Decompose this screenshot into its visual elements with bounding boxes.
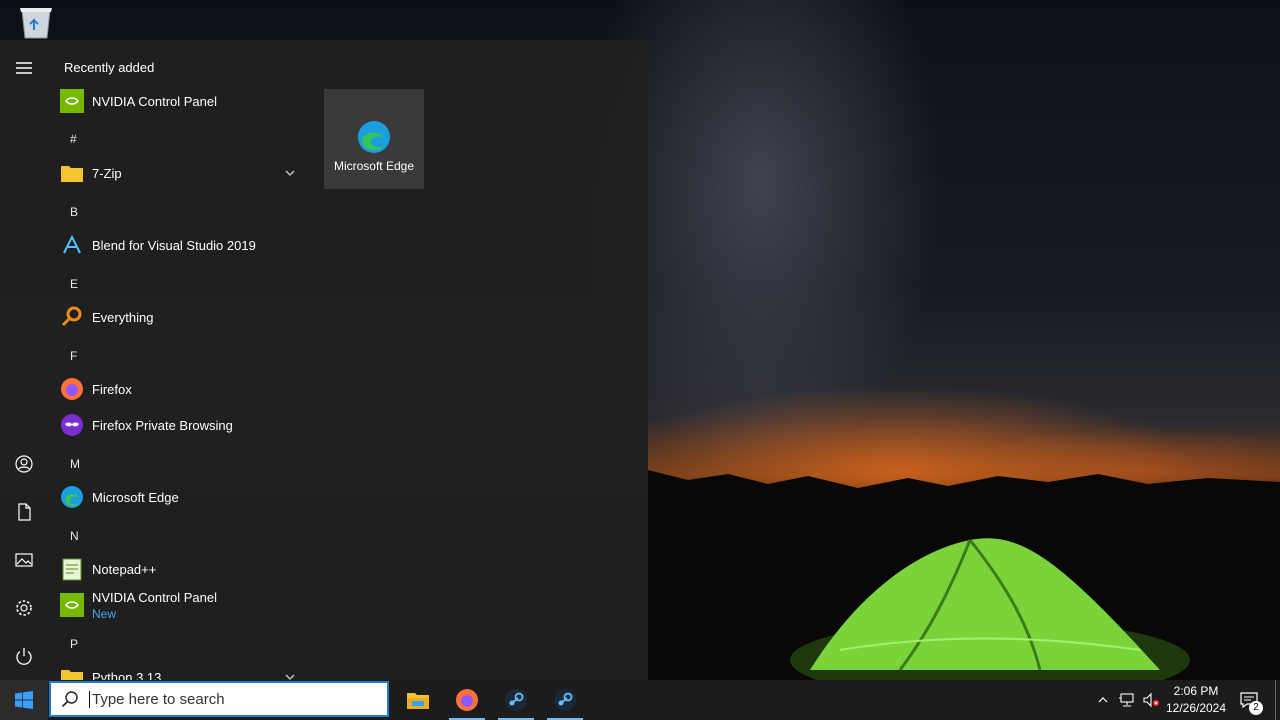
app-label: Notepad++ xyxy=(92,561,157,577)
edge-icon xyxy=(60,485,84,509)
show-hidden-icons-button[interactable] xyxy=(1094,680,1112,720)
folder-icon xyxy=(60,665,84,680)
app-label: Firefox Private Browsing xyxy=(92,417,233,433)
letter-header-f[interactable]: F xyxy=(70,349,77,363)
folder-icon xyxy=(60,161,84,185)
app-name: NVIDIA Control Panel xyxy=(92,589,218,605)
network-icon xyxy=(1119,693,1134,707)
app-item-nvidia-control-panel[interactable]: NVIDIA Control Panel xyxy=(60,83,304,119)
recycle-bin-icon[interactable] xyxy=(16,6,56,40)
documents-button[interactable] xyxy=(0,492,48,532)
tile-label: Microsoft Edge xyxy=(333,159,415,173)
search-input[interactable] xyxy=(89,690,372,708)
firefox-icon xyxy=(60,377,84,401)
hamburger-icon xyxy=(16,62,32,74)
app-item-nvidia-control-panel-new[interactable]: NVIDIA Control Panel New xyxy=(60,587,304,623)
firefox-icon xyxy=(456,689,478,711)
pictures-icon xyxy=(15,553,33,567)
app-list: Recently added NVIDIA Control Panel # 7-… xyxy=(48,40,312,680)
clock[interactable]: 2:06 PM 12/26/2024 xyxy=(1162,683,1230,717)
chevron-down-icon[interactable] xyxy=(284,671,296,680)
taskbar-firefox[interactable] xyxy=(445,680,489,720)
settings-icon xyxy=(16,600,32,616)
app-label: Firefox xyxy=(92,381,132,397)
windows-logo-icon xyxy=(15,691,33,709)
taskbar: 2:06 PM 12/26/2024 2 xyxy=(0,680,1280,720)
app-item-firefox-private[interactable]: Firefox Private Browsing xyxy=(60,407,304,443)
file-explorer-icon xyxy=(407,693,429,709)
hamburger-menu-button[interactable] xyxy=(0,48,48,88)
app-item-python[interactable]: Python 3.13 xyxy=(60,659,304,680)
tent-illustration xyxy=(790,538,1190,680)
app-label: NVIDIA Control Panel New xyxy=(92,590,217,621)
app-label: Blend for Visual Studio 2019 xyxy=(92,237,256,253)
volume-muted-icon xyxy=(1143,692,1160,708)
user-icon xyxy=(15,455,33,473)
edge-icon xyxy=(358,121,390,153)
app-item-everything[interactable]: Everything xyxy=(60,299,304,335)
documents-icon xyxy=(18,503,31,521)
app-label: Microsoft Edge xyxy=(92,489,179,505)
letter-header-m[interactable]: M xyxy=(70,457,80,471)
tile-microsoft-edge[interactable]: Microsoft Edge xyxy=(324,89,424,189)
new-badge: New xyxy=(92,606,117,621)
letter-header-p[interactable]: P xyxy=(70,637,78,651)
volume-button[interactable] xyxy=(1140,680,1162,720)
blend-icon xyxy=(60,233,84,257)
clock-time: 2:06 PM xyxy=(1173,684,1219,698)
taskbar-file-explorer[interactable] xyxy=(396,680,440,720)
nvidia-icon xyxy=(60,89,84,113)
firefox-private-icon xyxy=(60,413,84,437)
chevron-up-icon xyxy=(1098,697,1108,703)
steam-icon xyxy=(505,689,527,711)
clock-date: 12/26/2024 xyxy=(1165,701,1227,715)
notification-count-badge: 2 xyxy=(1249,701,1263,715)
letter-header-e[interactable]: E xyxy=(70,277,78,291)
start-menu: Recently added NVIDIA Control Panel # 7-… xyxy=(0,40,648,680)
show-desktop-button[interactable] xyxy=(1275,680,1276,720)
magnifier-icon xyxy=(60,305,84,329)
taskbar-steam-2[interactable] xyxy=(543,680,587,720)
app-label: NVIDIA Control Panel xyxy=(92,93,218,109)
start-rail xyxy=(0,40,48,680)
chevron-down-icon[interactable] xyxy=(284,167,296,179)
app-label: 7-Zip xyxy=(92,165,122,181)
app-label: Python 3.13 xyxy=(92,669,162,681)
app-item-blend[interactable]: Blend for Visual Studio 2019 xyxy=(60,227,304,263)
start-button[interactable] xyxy=(0,680,48,720)
pictures-button[interactable] xyxy=(0,540,48,580)
recently-added-header: Recently added xyxy=(64,60,155,75)
app-item-firefox[interactable]: Firefox xyxy=(60,371,304,407)
search-box[interactable] xyxy=(49,681,389,717)
settings-button[interactable] xyxy=(0,588,48,628)
nvidia-icon xyxy=(60,593,84,617)
taskbar-steam[interactable] xyxy=(494,680,538,720)
app-label: Everything xyxy=(92,309,154,325)
power-button[interactable] xyxy=(0,636,48,676)
search-icon xyxy=(61,691,78,708)
app-item-7zip[interactable]: 7-Zip xyxy=(60,155,304,191)
app-item-microsoft-edge[interactable]: Microsoft Edge xyxy=(60,479,304,515)
power-icon xyxy=(16,648,32,665)
steam-icon xyxy=(554,689,576,711)
notepad-plus-plus-icon xyxy=(60,557,84,581)
letter-header-n[interactable]: N xyxy=(70,529,79,543)
network-button[interactable] xyxy=(1116,680,1138,720)
account-button[interactable] xyxy=(0,444,48,484)
letter-header-b[interactable]: B xyxy=(70,205,78,219)
app-item-notepad-plus-plus[interactable]: Notepad++ xyxy=(60,551,304,587)
letter-header-hash[interactable]: # xyxy=(70,132,77,146)
